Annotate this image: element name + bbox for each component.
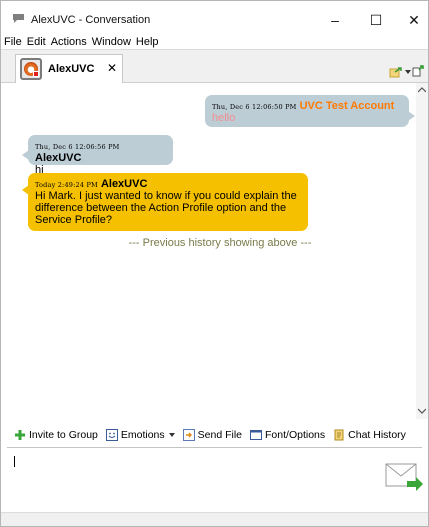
chat-history-icon bbox=[334, 429, 344, 441]
menu-edit[interactable]: Edit bbox=[27, 35, 49, 49]
window-title: AlexUVC - Conversation bbox=[31, 14, 151, 26]
menu-bar: File Edit Actions Window Help bbox=[1, 35, 164, 49]
font-options-icon bbox=[250, 430, 263, 440]
message-timestamp: Thu, Dec 6 12:06:56 PM bbox=[35, 143, 120, 151]
minimize-icon: – bbox=[331, 12, 339, 28]
message-header: Thu, Dec 6 12:06:50 PM UVC Test Account bbox=[212, 100, 402, 112]
message-sender: UVC Test Account bbox=[299, 100, 395, 112]
tab-label: AlexUVC bbox=[48, 63, 95, 75]
message-timestamp: Thu, Dec 6 12:06:50 PM bbox=[212, 103, 297, 111]
close-icon: ✕ bbox=[408, 11, 420, 28]
emotions-button[interactable]: Emotions bbox=[105, 429, 175, 441]
conversation-scrollbar[interactable] bbox=[416, 83, 428, 419]
invite-to-group-button[interactable]: Invite to Group bbox=[14, 429, 98, 441]
tab-strip: AlexUVC ✕ bbox=[1, 49, 428, 84]
text-cursor bbox=[14, 456, 15, 467]
status-bar bbox=[1, 512, 428, 526]
conversation-area[interactable] bbox=[1, 83, 428, 419]
font-options-label: Font/Options bbox=[265, 429, 326, 441]
invite-label: Invite to Group bbox=[29, 429, 98, 441]
menu-file[interactable]: File bbox=[4, 35, 25, 49]
close-button[interactable]: ✕ bbox=[394, 7, 429, 33]
popout-icon[interactable] bbox=[389, 66, 403, 78]
minimize-button[interactable]: – bbox=[315, 7, 355, 33]
bubble-tail bbox=[22, 185, 29, 195]
send-message-icon[interactable] bbox=[385, 463, 425, 495]
message-timestamp: Today 2:49:24 PM bbox=[35, 181, 98, 189]
send-file-label: Send File bbox=[197, 429, 243, 441]
message-bubble-3: Today 2:49:24 PM AlexUVC Hi Mark. I just… bbox=[22, 173, 308, 231]
chevron-down-icon[interactable] bbox=[405, 69, 411, 75]
status-dot-icon bbox=[33, 71, 39, 77]
message-input[interactable] bbox=[7, 448, 422, 513]
smiley-icon bbox=[105, 429, 118, 441]
avatar bbox=[20, 58, 42, 80]
chat-toolbar: Invite to Group Emotions Send File Font/… bbox=[1, 425, 428, 445]
send-file-button[interactable]: Send File bbox=[182, 429, 243, 441]
send-file-icon bbox=[182, 429, 195, 441]
message-text: hello bbox=[212, 112, 236, 124]
maximize-icon: ☐ bbox=[369, 11, 383, 28]
tab-close-icon[interactable]: ✕ bbox=[107, 61, 117, 75]
message-header: Today 2:49:24 PM AlexUVC bbox=[35, 178, 301, 190]
plus-icon bbox=[15, 430, 25, 440]
scroll-up-icon[interactable] bbox=[418, 87, 426, 93]
history-note: --- Previous history showing above --- bbox=[128, 237, 312, 249]
maximize-button[interactable]: ☐ bbox=[356, 7, 396, 33]
menu-window[interactable]: Window bbox=[92, 35, 134, 49]
menu-help[interactable]: Help bbox=[136, 35, 162, 49]
scroll-down-icon[interactable] bbox=[418, 408, 426, 414]
message-sender: AlexUVC bbox=[100, 178, 148, 190]
bubble-tail bbox=[408, 111, 415, 121]
tab-alexuvc[interactable]: AlexUVC ✕ bbox=[15, 54, 123, 84]
menu-actions[interactable]: Actions bbox=[51, 35, 90, 49]
emotions-label: Emotions bbox=[120, 429, 165, 441]
chat-history-button[interactable]: Chat History bbox=[333, 429, 406, 441]
message-bubble-2: Thu, Dec 6 12:06:56 PM AlexUVC hi bbox=[22, 135, 173, 176]
message-bubble-1: Thu, Dec 6 12:06:50 PM UVC Test Account … bbox=[205, 95, 415, 127]
chat-history-label: Chat History bbox=[348, 429, 406, 441]
message-text: Hi Mark. I just wanted to know if you co… bbox=[35, 190, 297, 226]
chevron-down-icon bbox=[168, 433, 175, 437]
title-bar[interactable]: AlexUVC - Conversation – ☐ ✕ bbox=[1, 1, 428, 35]
conversation-window: AlexUVC - Conversation – ☐ ✕ File Edit A… bbox=[0, 0, 429, 527]
chat-bubble-icon bbox=[13, 14, 24, 23]
new-window-icon[interactable] bbox=[412, 65, 424, 77]
bubble-tail bbox=[22, 150, 29, 160]
font-options-button[interactable]: Font/Options bbox=[250, 429, 325, 441]
message-header: Thu, Dec 6 12:06:56 PM AlexUVC bbox=[35, 140, 166, 164]
message-sender: AlexUVC bbox=[35, 152, 82, 164]
